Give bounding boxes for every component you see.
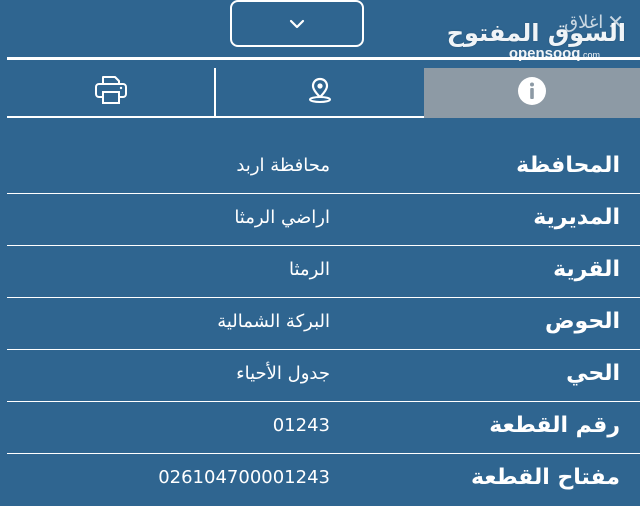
- detail-label: المديرية: [533, 205, 620, 230]
- detail-value: اراضي الرمثا: [234, 207, 330, 228]
- detail-row-directorate: المديرية اراضي الرمثا: [7, 194, 640, 246]
- detail-value: البركة الشمالية: [217, 311, 330, 332]
- detail-value: جدول الأحياء: [236, 363, 330, 384]
- tab-location[interactable]: [216, 68, 424, 118]
- detail-label: القرية: [553, 257, 620, 282]
- watermark-latin: opensooq.com: [508, 45, 600, 62]
- map-pin-icon: [306, 76, 334, 108]
- parcel-details-list: المحافظة محافظة اربد المديرية اراضي الرم…: [7, 142, 640, 506]
- detail-value: 026104700001243: [158, 467, 330, 488]
- detail-label: الحوض: [544, 309, 620, 334]
- detail-label: الحي: [566, 361, 620, 386]
- detail-label: رقم القطعة: [489, 413, 620, 438]
- tab-info[interactable]: [424, 68, 640, 118]
- tab-print[interactable]: [7, 68, 216, 118]
- detail-row-governorate: المحافظة محافظة اربد: [7, 142, 640, 194]
- collapse-toggle-button[interactable]: [230, 0, 364, 47]
- detail-row-parcel-key: مفتاح القطعة 026104700001243: [7, 454, 640, 506]
- detail-row-neighborhood: الحي جدول الأحياء: [7, 350, 640, 402]
- detail-row-basin: الحوض البركة الشمالية: [7, 298, 640, 350]
- info-icon: [517, 76, 547, 110]
- detail-value: محافظة اربد: [236, 155, 330, 176]
- tab-bar: [7, 68, 640, 118]
- watermark-arabic: السوق المفتوح: [446, 19, 626, 47]
- detail-row-village: القرية الرمثا: [7, 246, 640, 298]
- detail-label: المحافظة: [516, 153, 620, 178]
- chevron-down-icon: [289, 14, 305, 33]
- tabs-top-divider: [7, 57, 640, 60]
- detail-value: الرمثا: [289, 259, 330, 280]
- detail-row-parcel-number: رقم القطعة 01243: [7, 402, 640, 454]
- printer-icon: [94, 75, 128, 109]
- detail-value: 01243: [272, 415, 330, 436]
- detail-label: مفتاح القطعة: [470, 465, 620, 490]
